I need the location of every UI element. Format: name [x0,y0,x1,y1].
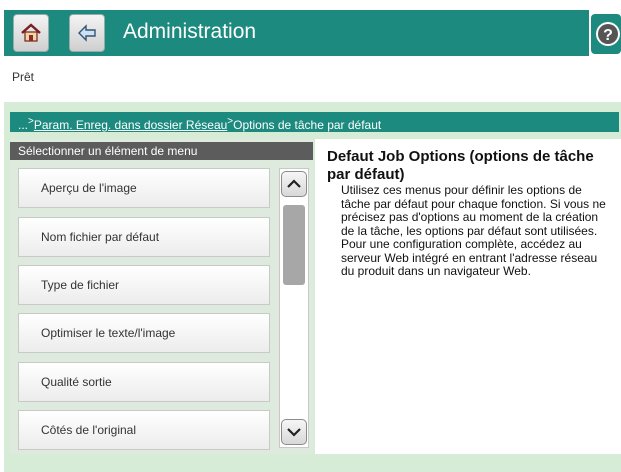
back-button[interactable] [69,14,105,52]
menu-header: Sélectionner un élément de menu [10,142,313,160]
breadcrumb-link-network-folder[interactable]: Param. Enreg. dans dossier Réseau [34,118,227,132]
help-button[interactable]: ? [591,14,621,54]
menu-item-image-preview[interactable]: Aperçu de l'image [18,168,270,208]
breadcrumb: ...>Param. Enreg. dans dossier Réseau>Op… [10,112,619,132]
menu-item-default-file-name[interactable]: Nom fichier par défaut [18,217,270,257]
chevron-down-icon [287,428,301,437]
menu-item-optimize-text-image[interactable]: Optimiser le texte/l'image [18,313,270,353]
header: Administration ? [0,0,621,64]
chevron-up-icon [287,179,301,188]
back-arrow-icon [78,24,96,42]
help-title: Defaut Job Options (options de tâche par… [327,148,594,183]
help-icon: ? [591,14,621,54]
svg-text:?: ? [603,27,613,44]
home-button[interactable] [13,14,49,52]
scroll-down-button[interactable] [281,419,307,445]
menu-item-output-quality[interactable]: Qualité sortie [18,362,270,402]
menu-item-file-type[interactable]: Type de fichier [18,265,270,305]
menu-item-original-sides[interactable]: Côtés de l'original [18,410,270,450]
breadcrumb-current: Options de tâche par défaut [233,118,382,132]
scrollbar-thumb[interactable] [283,205,305,285]
help-text: Utilisez ces menus pour définir les opti… [341,183,606,278]
scroll-up-button[interactable] [281,171,307,197]
home-icon [21,23,41,42]
breadcrumb-ellipsis[interactable]: ... [18,118,28,132]
status-text: Prêt [12,70,35,84]
page-title: Administration [123,20,257,43]
